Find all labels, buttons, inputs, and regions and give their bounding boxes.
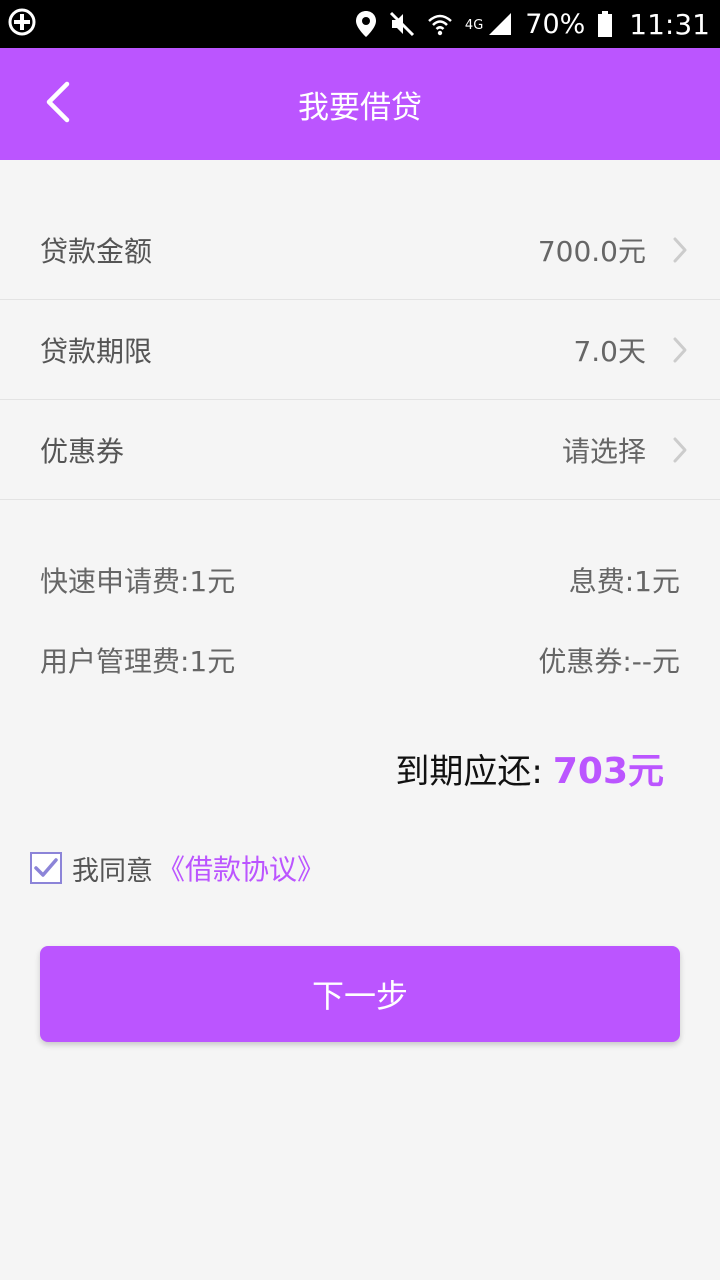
signal-icon [487, 11, 513, 37]
back-button[interactable] [28, 74, 88, 134]
quick-apply-fee: 快速申请费:1元 [40, 565, 236, 598]
coupon-discount: 优惠券:--元 [538, 645, 680, 678]
total-due-label: 到期应还: [395, 752, 543, 792]
check-icon [34, 858, 58, 877]
user-management-fee: 用户管理费:1元 [40, 645, 236, 678]
location-icon [355, 10, 377, 38]
fee-summary: 快速申请费:1元 息费:1元 用户管理费:1元 优惠券:--元 [40, 560, 680, 720]
battery-icon [597, 10, 613, 38]
status-left [8, 8, 36, 40]
total-due: 到期应还: 703元 [395, 742, 664, 794]
fee-line: 用户管理费:1元 优惠券:--元 [40, 640, 680, 720]
status-time: 11:31 [629, 7, 710, 41]
loan-term-row[interactable]: 贷款期限 7.0天 [0, 300, 720, 400]
loan-amount-label: 贷款金额 [40, 234, 153, 268]
network-type-label: 4G [464, 17, 484, 33]
next-step-button[interactable]: 下一步 [40, 946, 680, 1042]
fee-line: 快速申请费:1元 息费:1元 [40, 560, 680, 640]
chevron-left-icon [43, 80, 73, 128]
chevron-right-icon [673, 437, 687, 462]
agreement-text: 我同意 [72, 855, 153, 887]
coupon-row[interactable]: 优惠券 请选择 [0, 400, 720, 500]
status-right: 4G 70% 11:31 [355, 8, 710, 41]
status-bar: 4G 70% 11:31 [0, 0, 720, 48]
loan-term-label: 贷款期限 [40, 334, 153, 368]
interest-fee: 息费:1元 [568, 565, 680, 598]
battery-percent: 70% [525, 8, 586, 40]
notification-plus-icon [8, 8, 36, 40]
coupon-label: 优惠券 [40, 434, 125, 468]
agreement-checkbox[interactable] [30, 852, 62, 884]
loan-form: 贷款金额 700.0元 贷款期限 7.0天 优惠券 请选择 [0, 200, 720, 500]
wifi-icon [427, 11, 453, 37]
chevron-right-icon [673, 237, 687, 262]
page-title: 我要借贷 [298, 89, 422, 126]
coupon-value: 请选择 [561, 434, 646, 468]
total-due-amount: 703元 [552, 751, 664, 792]
loan-amount-row[interactable]: 贷款金额 700.0元 [0, 200, 720, 300]
loan-term-value: 7.0天 [573, 334, 646, 368]
agreement-row: 我同意 《借款协议》 [30, 848, 325, 888]
loan-amount-value: 700.0元 [537, 234, 646, 268]
chevron-right-icon [673, 337, 687, 362]
app-bar: 我要借贷 [0, 48, 720, 160]
loan-agreement-link[interactable]: 《借款协议》 [157, 848, 325, 888]
mute-icon [389, 11, 415, 37]
